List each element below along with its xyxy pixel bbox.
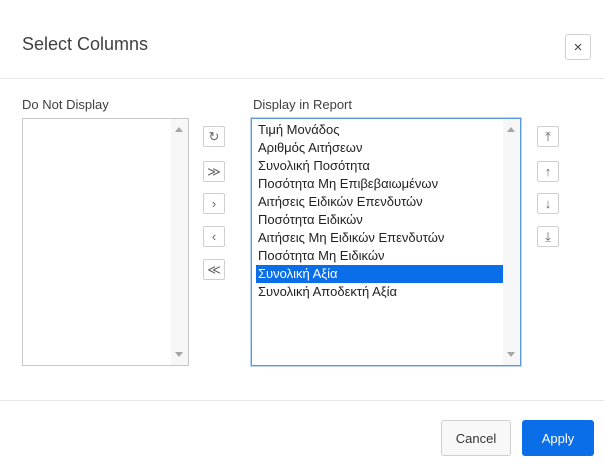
move-all-right-button[interactable]: ≫ (203, 161, 225, 182)
display-in-report-option[interactable]: Αριθμός Αιτήσεων (256, 139, 503, 157)
move-up-button[interactable]: ↑ (537, 161, 559, 182)
arrow-up-icon: ↑ (544, 164, 552, 179)
double-chevron-right-icon: ≫ (207, 163, 221, 179)
dialog-title: Select Columns (22, 34, 149, 54)
display-in-report-option[interactable]: Συνολική Αξία (256, 265, 503, 283)
do-not-display-listbox[interactable] (22, 118, 189, 366)
do-not-display-scrollbar[interactable] (171, 119, 188, 365)
scroll-up-icon[interactable] (507, 127, 515, 132)
move-top-icon: ⤒ (545, 128, 551, 144)
footer-divider (0, 400, 604, 401)
move-bottom-icon: ⤓ (545, 228, 551, 244)
scroll-down-icon[interactable] (175, 352, 183, 357)
display-in-report-option[interactable]: Ποσότητα Ειδικών (256, 211, 503, 229)
reset-button[interactable]: ↻ (203, 126, 225, 147)
move-right-button[interactable]: › (203, 193, 225, 214)
display-in-report-option[interactable]: Αιτήσεις Ειδικών Επενδυτών (256, 193, 503, 211)
reset-icon: ↻ (208, 128, 220, 144)
select-columns-dialog: Select Columns × Do Not Display ↻ ≫ › ‹ … (0, 0, 604, 471)
scroll-down-icon[interactable] (507, 352, 515, 357)
display-in-report-option[interactable]: Αιτήσεις Μη Ειδικών Επενδυτών (256, 229, 503, 247)
arrow-down-icon: ↓ (544, 196, 552, 211)
move-top-button[interactable]: ⤒ (537, 126, 559, 147)
display-in-report-option[interactable]: Ποσότητα Μη Ειδικών (256, 247, 503, 265)
display-in-report-option[interactable]: Ποσότητα Μη Επιβεβαιωμένων (256, 175, 503, 193)
chevron-right-icon: › (211, 196, 217, 211)
display-in-report-scrollbar[interactable] (503, 119, 520, 365)
move-down-button[interactable]: ↓ (537, 193, 559, 214)
display-in-report-listbox[interactable]: Τιμή Μονάδος Αριθμός Αιτήσεων Συνολική Ποσ… (251, 118, 521, 366)
do-not-display-label: Do Not Display (22, 97, 109, 112)
display-in-report-options: Τιμή Μονάδος Αριθμός Αιτήσεων Συνολική Ποσ… (256, 121, 503, 301)
move-left-button[interactable]: ‹ (203, 226, 225, 247)
display-in-report-option[interactable]: Τιμή Μονάδος (256, 121, 503, 139)
apply-button[interactable]: Apply (522, 420, 594, 456)
display-in-report-option[interactable]: Συνολική Ποσότητα (256, 157, 503, 175)
dialog-header: Select Columns × (0, 0, 604, 79)
display-in-report-option[interactable]: Συνολική Αποδεκτή Αξία (256, 283, 503, 301)
close-button[interactable]: × (565, 34, 591, 60)
move-bottom-button[interactable]: ⤓ (537, 226, 559, 247)
cancel-button[interactable]: Cancel (441, 420, 511, 456)
move-all-left-button[interactable]: ≪ (203, 259, 225, 280)
double-chevron-left-icon: ≪ (207, 261, 221, 277)
display-in-report-label: Display in Report (253, 97, 352, 112)
chevron-left-icon: ‹ (211, 229, 217, 244)
scroll-up-icon[interactable] (175, 127, 183, 132)
close-icon: × (573, 38, 583, 56)
